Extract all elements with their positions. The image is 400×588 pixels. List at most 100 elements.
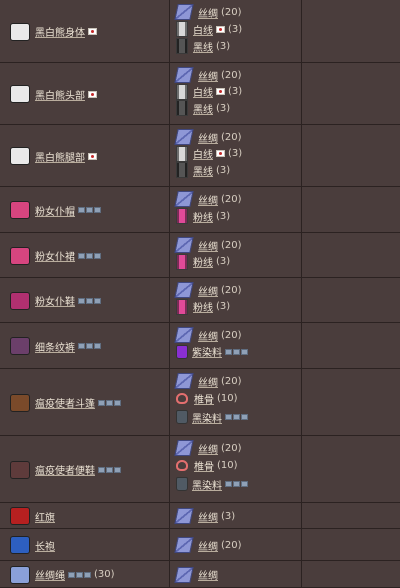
item-name-link[interactable]: 粉女仆帽 bbox=[35, 203, 75, 218]
item-name-link[interactable]: 黑白熊身体 bbox=[35, 24, 85, 39]
item-name-link[interactable]: 细条纹裤 bbox=[35, 339, 75, 354]
ingredient-link[interactable]: 白线 bbox=[193, 22, 213, 37]
silk-icon bbox=[174, 129, 194, 145]
japan-flag-icon bbox=[88, 28, 97, 35]
silk-icon bbox=[174, 237, 194, 253]
item-name-link[interactable]: 瘟疫使者便鞋 bbox=[35, 462, 95, 477]
ingredients-cell: 丝绸 (20) 粉线 (3) bbox=[170, 233, 302, 277]
item-entry: 长袍 bbox=[10, 536, 55, 554]
ingredient-link[interactable]: 丝绸 bbox=[198, 509, 218, 524]
item-entry: 红旗 bbox=[10, 507, 55, 525]
white-thread-icon bbox=[176, 145, 188, 162]
platform-tags bbox=[98, 399, 121, 406]
item-cell: 粉女仆裙 bbox=[0, 233, 170, 277]
ingredients-cell: 丝绸 (20) 椎骨 (10) 黑染料 bbox=[170, 436, 302, 502]
bear-body-icon bbox=[10, 22, 30, 41]
white-thread-icon bbox=[176, 21, 188, 37]
platform-icon bbox=[241, 414, 248, 421]
item-name-link[interactable]: 红旗 bbox=[35, 509, 55, 524]
item-cell: 瘟疫使者便鞋 bbox=[0, 436, 170, 502]
bear-head-icon bbox=[10, 85, 30, 103]
ingredient-link[interactable]: 黑染料 bbox=[192, 410, 222, 425]
ingredient-amount: (20) bbox=[221, 375, 242, 387]
ingredient-link[interactable]: 丝绸 bbox=[198, 192, 218, 207]
ingredient-link[interactable]: 黑染料 bbox=[192, 477, 222, 492]
ingredient-amount: (20) bbox=[221, 539, 242, 551]
ingredient-amount: (3) bbox=[216, 102, 231, 114]
item-name-link[interactable]: 长袍 bbox=[35, 538, 55, 553]
ingredient-amount: (20) bbox=[221, 69, 242, 81]
platform-icon bbox=[94, 343, 101, 349]
bear-legs-icon bbox=[10, 147, 30, 165]
ingredients-cell: 丝绸 bbox=[170, 561, 302, 587]
silk-rope-icon bbox=[10, 565, 30, 584]
ingredient-link[interactable]: 粉线 bbox=[193, 299, 213, 314]
item-count: (30) bbox=[94, 569, 115, 580]
item-name-link[interactable]: 黑白熊腿部 bbox=[35, 149, 85, 164]
ingredient-link[interactable]: 白线 bbox=[193, 146, 213, 161]
black-thread-icon bbox=[176, 100, 188, 117]
ingredient-link[interactable]: 丝绸 bbox=[198, 567, 218, 582]
ingredient-link[interactable]: 丝绸 bbox=[198, 283, 218, 298]
plague-shoes-icon bbox=[10, 460, 30, 479]
ingredient-link[interactable]: 粉线 bbox=[193, 254, 213, 269]
ingredient-link[interactable]: 黑线 bbox=[193, 39, 213, 54]
ingredient-link[interactable]: 丝绸 bbox=[198, 5, 218, 20]
item-name-link[interactable]: 粉女仆裙 bbox=[35, 248, 75, 263]
ingredient-link[interactable]: 丝绸 bbox=[198, 374, 218, 389]
item-entry: 黑白熊腿部 bbox=[10, 147, 97, 165]
item-name-link[interactable]: 瘟疫使者斗篷 bbox=[35, 395, 95, 410]
ingredient-link[interactable]: 丝绸 bbox=[198, 538, 218, 553]
ingredient-amount: (20) bbox=[221, 442, 242, 454]
ingredient-amount: (10) bbox=[217, 460, 238, 472]
maid-shoes-icon bbox=[10, 291, 30, 310]
empty-cell bbox=[302, 0, 400, 62]
ingredient-link[interactable]: 椎骨 bbox=[194, 391, 214, 406]
ingredients-cell: 丝绸 (20) bbox=[170, 529, 302, 560]
empty-cell bbox=[302, 561, 400, 587]
ingredient-entry: 紫染料 bbox=[176, 344, 248, 359]
platform-icon bbox=[78, 297, 85, 304]
ingredient-link[interactable]: 紫染料 bbox=[192, 344, 222, 359]
platform-tags bbox=[78, 207, 101, 213]
black-dye-icon bbox=[176, 410, 188, 425]
item-cell: 粉女仆帽 bbox=[0, 187, 170, 232]
maid-dress-icon bbox=[10, 246, 30, 265]
platform-icon bbox=[106, 466, 113, 473]
ingredient-link[interactable]: 丝绸 bbox=[198, 68, 218, 83]
ingredient-link[interactable]: 丝绸 bbox=[198, 441, 218, 456]
ingredient-link[interactable]: 白线 bbox=[193, 84, 213, 99]
ingredients-cell: 丝绸 (3) bbox=[170, 503, 302, 528]
ingredient-entry: 丝绸 (20) bbox=[174, 373, 242, 389]
white-thread-icon bbox=[176, 83, 188, 100]
ingredients-cell: 丝绸 (20) 粉线 (3) bbox=[170, 278, 302, 322]
ingredient-link[interactable]: 黑线 bbox=[193, 101, 213, 116]
ingredient-link[interactable]: 椎骨 bbox=[194, 458, 214, 473]
item-name-link[interactable]: 粉女仆鞋 bbox=[35, 293, 75, 308]
item-entry: 黑白熊身体 bbox=[10, 22, 97, 41]
ingredient-entry: 丝绸 (20) bbox=[174, 237, 242, 253]
ingredient-entry: 丝绸 (20) bbox=[174, 67, 242, 83]
ingredients-cell: 丝绸 (20) 白线 (3) 黑线 (3) bbox=[170, 0, 302, 62]
ingredient-amount: (3) bbox=[228, 23, 243, 35]
platform-icon bbox=[233, 481, 240, 488]
ingredient-link[interactable]: 粉线 bbox=[193, 209, 213, 224]
japan-flag-icon bbox=[216, 88, 225, 96]
ingredient-link[interactable]: 丝绸 bbox=[198, 328, 218, 343]
item-name-link[interactable]: 黑白熊头部 bbox=[35, 87, 85, 102]
ingredient-entry: 黑线 (3) bbox=[176, 38, 230, 54]
ingredients-cell: 丝绸 (20) 紫染料 bbox=[170, 323, 302, 368]
item-name-link[interactable]: 丝绸绳 bbox=[35, 567, 65, 582]
ingredient-link[interactable]: 丝绸 bbox=[198, 130, 218, 145]
pink-thread-icon bbox=[176, 208, 188, 224]
table-row: 粉女仆裙 丝绸 (20) 粉线 (3) bbox=[0, 233, 400, 278]
ingredient-entry: 丝绸 (20) bbox=[174, 282, 242, 298]
platform-icon bbox=[68, 571, 75, 578]
ingredient-amount: (20) bbox=[221, 239, 242, 251]
platform-icon bbox=[233, 414, 240, 421]
ingredient-link[interactable]: 黑线 bbox=[193, 163, 213, 178]
ingredient-link[interactable]: 丝绸 bbox=[198, 238, 218, 253]
silk-icon bbox=[174, 67, 194, 83]
item-cell: 粉女仆鞋 bbox=[0, 278, 170, 322]
platform-icon bbox=[86, 207, 93, 213]
